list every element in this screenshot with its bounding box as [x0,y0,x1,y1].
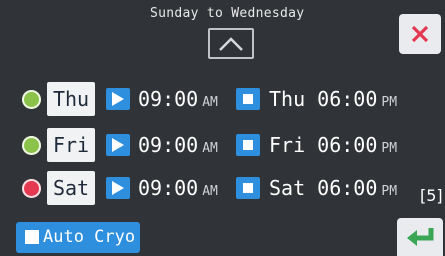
start-time[interactable]: 09:00 AM [138,174,218,206]
start-time-value: 09:00 [138,176,199,200]
scroll-up-button[interactable] [208,28,254,59]
status-indicator [22,179,41,198]
start-ampm: AM [202,141,218,156]
stop-time-button[interactable] [236,177,260,199]
end-time-value: Thu 06:00 [269,87,378,111]
end-ampm: PM [381,141,398,156]
day-button[interactable]: Thu [47,82,95,116]
start-ampm: AM [202,95,218,110]
stop-time-button[interactable] [236,134,260,156]
day-button[interactable]: Sat [47,171,95,205]
auto-cryo-label: Auto Cryo [43,227,136,247]
schedule-row-thu: Thu 09:00 AM Thu 06:00 PM [0,82,400,116]
end-time-value: Sat 06:00 [269,176,378,200]
start-time[interactable]: 09:00 AM [138,131,218,163]
end-time[interactable]: Fri 06:00 PM [269,131,397,163]
stop-icon [243,140,253,150]
enter-button[interactable] [397,218,443,256]
page-indicator: [5] [420,186,443,205]
enter-return-icon [407,228,434,246]
auto-cryo-toggle[interactable]: Auto Cryo [16,222,140,253]
start-time-button[interactable] [106,88,130,110]
end-time[interactable]: Thu 06:00 PM [269,85,397,117]
start-ampm: AM [202,184,218,199]
end-ampm: PM [381,95,398,110]
play-icon [112,138,124,152]
schedule-screen: Sunday to Wednesday Thu 09:00 AM Thu 06:0… [0,0,445,256]
chevron-up-icon [219,37,243,51]
stop-time-button[interactable] [236,88,260,110]
status-indicator [22,136,41,155]
end-ampm: PM [381,184,398,199]
page-title: Sunday to Wednesday [150,6,305,21]
close-button[interactable] [399,14,441,54]
play-icon [112,181,124,195]
start-time-button[interactable] [106,134,130,156]
stop-icon [243,183,253,193]
end-time-value: Fri 06:00 [269,133,378,157]
schedule-row-sat: Sat 09:00 AM Sat 06:00 PM [0,171,400,205]
day-button[interactable]: Fri [47,128,95,162]
play-icon [112,92,124,106]
checkbox-icon [25,230,39,244]
end-time[interactable]: Sat 06:00 PM [269,174,397,206]
start-time-value: 09:00 [138,87,199,111]
status-indicator [22,90,41,109]
schedule-row-fri: Fri 09:00 AM Fri 06:00 PM [0,128,400,162]
close-icon [411,25,429,43]
start-time[interactable]: 09:00 AM [138,85,218,117]
stop-icon [243,94,253,104]
start-time-value: 09:00 [138,133,199,157]
start-time-button[interactable] [106,177,130,199]
